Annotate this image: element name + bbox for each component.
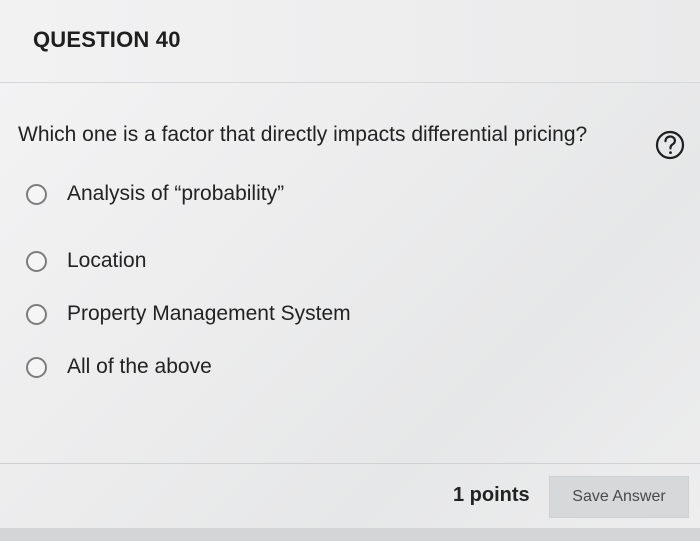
answer-option-label: Analysis of “probability” [67,182,285,205]
radio-button[interactable] [26,250,47,272]
header-divider [0,82,700,83]
question-header: QUESTION 40 [0,0,700,82]
question-prompt: Which one is a factor that directly impa… [18,123,588,146]
radio-button[interactable] [26,303,47,325]
answer-option-all-of-the-above[interactable]: All of the above [26,355,212,379]
quiz-question-screen: QUESTION 40 Which one is a factor that d… [0,0,700,541]
answer-option-analysis-of-probability[interactable]: Analysis of “probability” [26,182,284,206]
save-answer-button[interactable]: Save Answer [549,476,689,518]
question-mark-circle-icon[interactable] [654,129,686,161]
answer-option-label: Property Management System [67,302,351,325]
question-points: 1 points [453,484,530,506]
radio-button[interactable] [26,356,47,378]
footer-divider [0,463,700,464]
answer-option-property-management-system[interactable]: Property Management System [26,302,351,326]
answer-option-location[interactable]: Location [26,249,146,273]
answer-option-label: Location [67,249,147,272]
question-title: QUESTION 40 [33,27,181,52]
answer-option-label: All of the above [67,355,212,378]
bottom-strip [0,528,700,541]
radio-button[interactable] [26,183,47,205]
